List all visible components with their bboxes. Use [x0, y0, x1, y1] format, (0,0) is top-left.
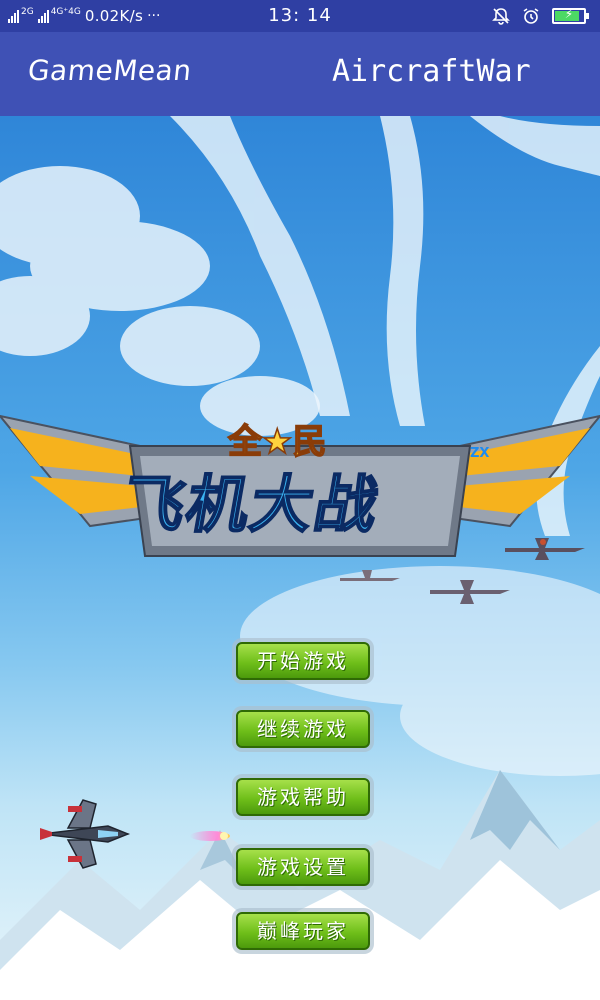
logo-main-text: 飞机大战: [116, 467, 387, 542]
game-help-button[interactable]: 游戏帮助: [236, 778, 370, 816]
battery-icon: ⚡: [552, 7, 589, 24]
game-menu-screen: 全★民 飞机大战 ZX 开始游戏 继续游戏 游戏帮助 游戏设置 巅峰玩家: [0, 116, 600, 1000]
start-game-button[interactable]: 开始游戏: [236, 642, 370, 680]
top-players-button[interactable]: 巅峰玩家: [236, 912, 370, 950]
logo-tag: ZX: [470, 446, 490, 461]
player-jet-icon: [40, 799, 131, 869]
mute-icon: [492, 8, 510, 25]
app-bar-left-label: GameMean: [26, 54, 194, 87]
enemy-plane-icon: [430, 580, 510, 604]
status-right: ⚡: [492, 5, 589, 27]
game-logo: 全★民 飞机大战 ZX: [0, 406, 600, 596]
app-title: AircraftWar: [332, 54, 531, 89]
bullet-icon: [190, 831, 230, 841]
enemy-plane-icon: [505, 538, 585, 560]
game-settings-button[interactable]: 游戏设置: [236, 848, 370, 886]
enemy-plane-icon: [340, 570, 400, 581]
alarm-icon: [523, 8, 539, 24]
continue-game-button[interactable]: 继续游戏: [236, 710, 370, 748]
app-bar: GameMean AircraftWar: [0, 32, 600, 116]
status-bar: 2G 4G⁺4G 0.02K/s ··· 13: 14 ⚡: [0, 0, 600, 32]
charging-bolt-icon: ⚡: [564, 7, 574, 21]
